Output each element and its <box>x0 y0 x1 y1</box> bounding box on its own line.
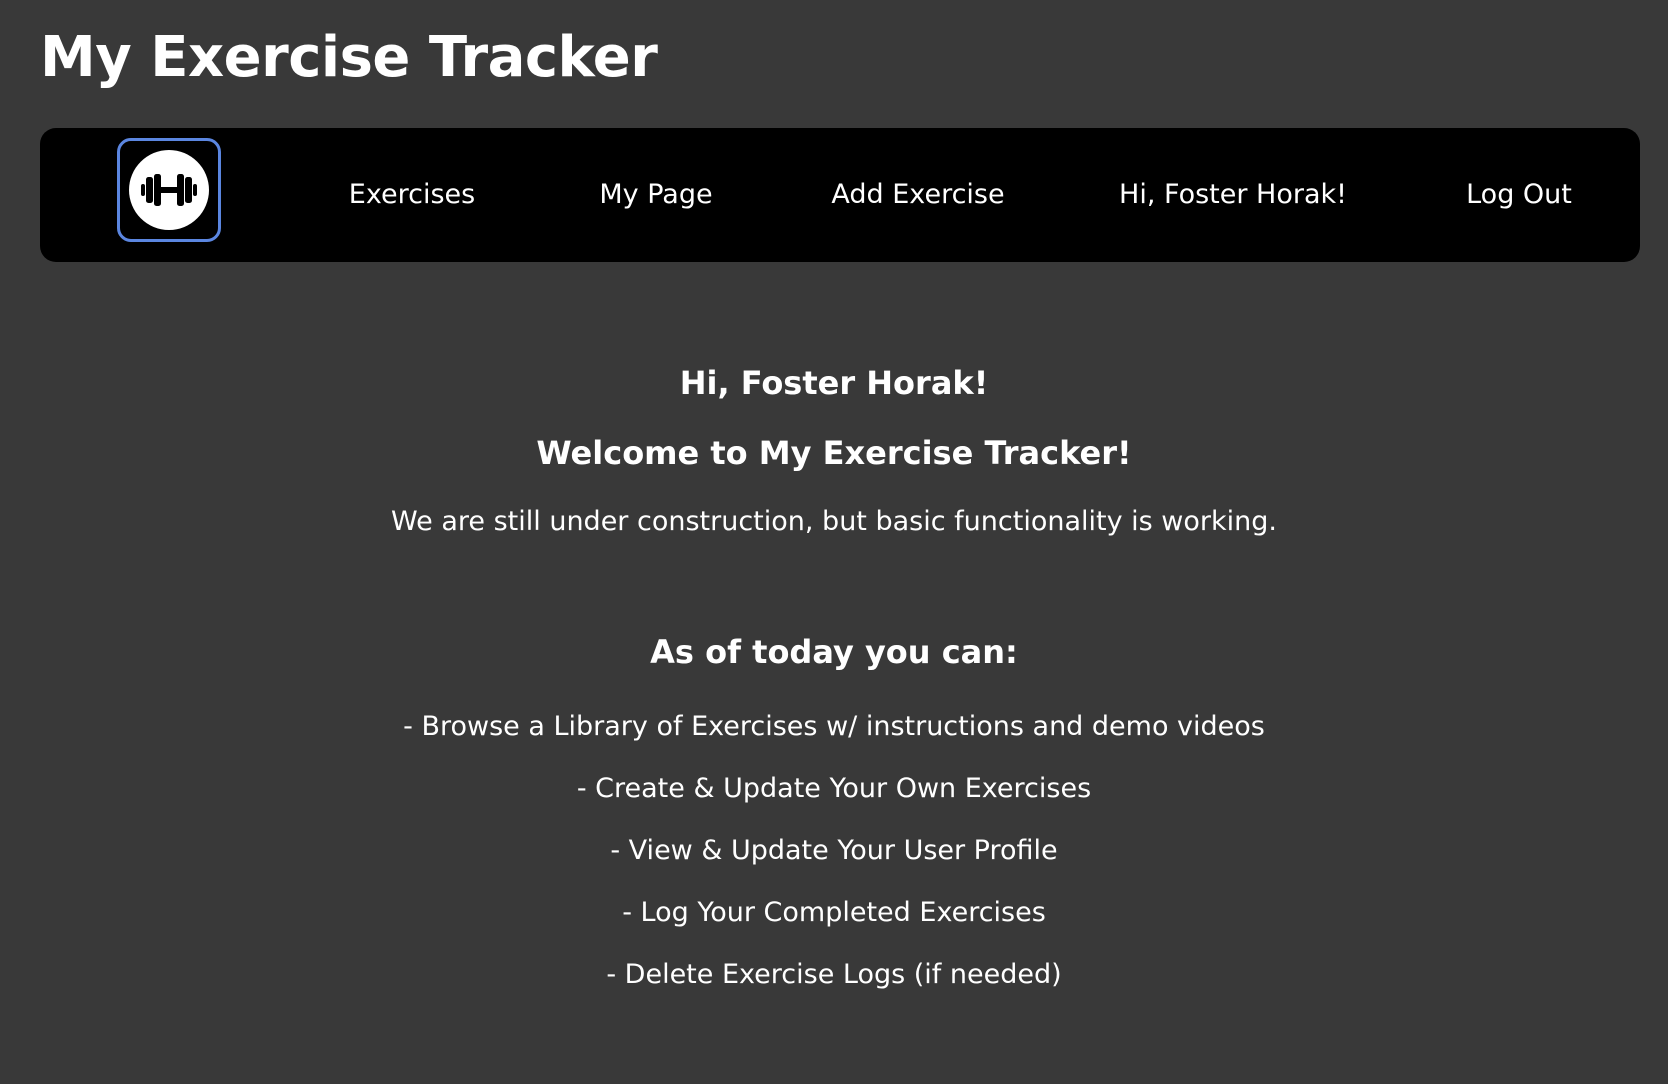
nav-link-exercises[interactable]: Exercises <box>349 128 475 262</box>
feature-item: - View & Update Your User Profile <box>610 835 1058 866</box>
features-list: - Browse a Library of Exercises w/ instr… <box>0 696 1668 1006</box>
app-title: My Exercise Tracker <box>40 25 658 90</box>
features-heading: As of today you can: <box>650 633 1018 671</box>
nav-link-user-greeting[interactable]: Hi, Foster Horak! <box>1119 128 1347 262</box>
navbar: Exercises My Page Add Exercise Hi, Foste… <box>40 128 1640 262</box>
feature-item: - Browse a Library of Exercises w/ instr… <box>403 711 1265 742</box>
greeting-heading: Hi, Foster Horak! <box>679 364 989 402</box>
nav-link-my-page[interactable]: My Page <box>599 128 712 262</box>
intro-text: We are still under construction, but bas… <box>391 506 1277 537</box>
feature-item: - Create & Update Your Own Exercises <box>576 773 1092 804</box>
nav-link-add-exercise[interactable]: Add Exercise <box>831 128 1004 262</box>
home-logo-button[interactable] <box>117 138 221 242</box>
dumbbell-icon <box>129 150 209 230</box>
welcome-heading: Welcome to My Exercise Tracker! <box>536 434 1132 472</box>
nav-link-log-out[interactable]: Log Out <box>1466 128 1572 262</box>
feature-item: - Delete Exercise Logs (if needed) <box>606 959 1062 990</box>
feature-item: - Log Your Completed Exercises <box>622 897 1046 928</box>
